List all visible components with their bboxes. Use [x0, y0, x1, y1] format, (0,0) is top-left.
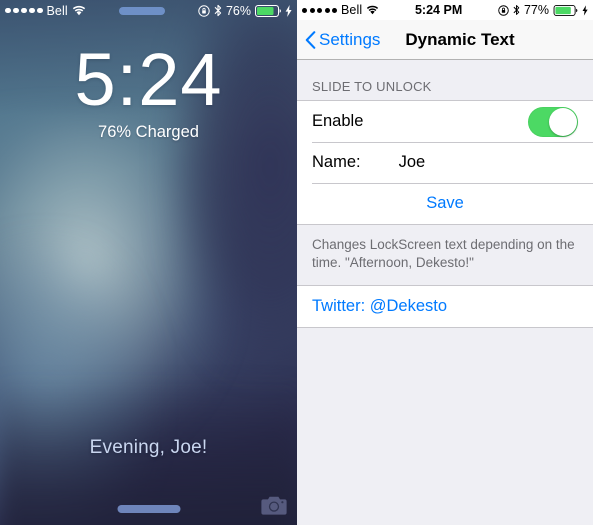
- enable-toggle-switch[interactable]: [528, 106, 578, 137]
- settings-panel: Bell 5:24 PM 77% Settings Dynamic Text S…: [297, 0, 593, 525]
- back-button-label: Settings: [319, 29, 381, 49]
- lockscreen-status-bar: Bell 76%: [0, 0, 297, 21]
- enable-label: Enable: [312, 112, 364, 130]
- signal-strength-dots: [302, 7, 337, 13]
- camera-icon[interactable]: [257, 492, 291, 520]
- bluetooth-icon: [214, 4, 222, 17]
- signal-strength-dots: [5, 7, 43, 14]
- chevron-left-icon: [305, 30, 316, 49]
- charge-status-label: 76% Charged: [98, 122, 199, 141]
- clock-time: 5:24: [74, 38, 223, 121]
- lockscreen-bottom-bar: [0, 491, 297, 525]
- settings-group: Enable Name: Joe Save: [297, 100, 593, 225]
- dual-screenshot-container: Bell 76% 5:24 76% Charged Evening, Joe! …: [0, 0, 593, 525]
- twitter-group: Twitter: @Dekesto: [297, 284, 593, 328]
- home-indicator-pill[interactable]: [117, 505, 180, 513]
- save-button[interactable]: Save: [426, 194, 464, 213]
- section-footer-note: Changes LockScreen text depending on the…: [312, 237, 575, 270]
- rotation-lock-icon: [498, 4, 509, 16]
- lightning-bolt-icon: [582, 4, 588, 16]
- toggle-knob: [549, 107, 577, 136]
- lockscreen-clock-area: 5:24 76% Charged: [0, 38, 297, 142]
- navigation-bar: Settings Dynamic Text: [297, 20, 593, 60]
- section-header-slide-to-unlock: SLIDE TO UNLOCK: [312, 79, 432, 94]
- carrier-label: Bell: [341, 3, 363, 17]
- name-label: Name:: [312, 153, 361, 171]
- row-enable[interactable]: Enable: [297, 101, 593, 142]
- twitter-link[interactable]: Twitter: @Dekesto: [312, 297, 447, 316]
- carrier-label: Bell: [46, 3, 68, 18]
- back-button-settings[interactable]: Settings: [305, 30, 380, 50]
- battery-percent-label: 76%: [225, 3, 251, 18]
- row-twitter[interactable]: Twitter: @Dekesto: [297, 285, 593, 327]
- status-bar-time: 5:24 PM: [414, 3, 463, 17]
- charging-indicator-pill: [118, 6, 165, 15]
- battery-percent-label: 77%: [523, 3, 549, 17]
- lockscreen-panel: Bell 76% 5:24 76% Charged Evening, Joe!: [0, 0, 297, 525]
- bluetooth-icon: [513, 4, 520, 16]
- name-input[interactable]: Joe: [399, 153, 426, 172]
- row-name[interactable]: Name: Joe: [297, 142, 593, 183]
- wifi-icon: [366, 5, 379, 15]
- dynamic-greeting-text: Evening, Joe!: [89, 437, 208, 458]
- lightning-bolt-icon: [285, 4, 292, 17]
- settings-status-bar: Bell 5:24 PM 77%: [297, 0, 593, 20]
- rotation-lock-icon: [198, 4, 210, 17]
- row-save[interactable]: Save: [297, 183, 593, 224]
- battery-icon: [255, 4, 281, 17]
- wifi-icon: [72, 5, 86, 16]
- battery-icon: [553, 4, 578, 16]
